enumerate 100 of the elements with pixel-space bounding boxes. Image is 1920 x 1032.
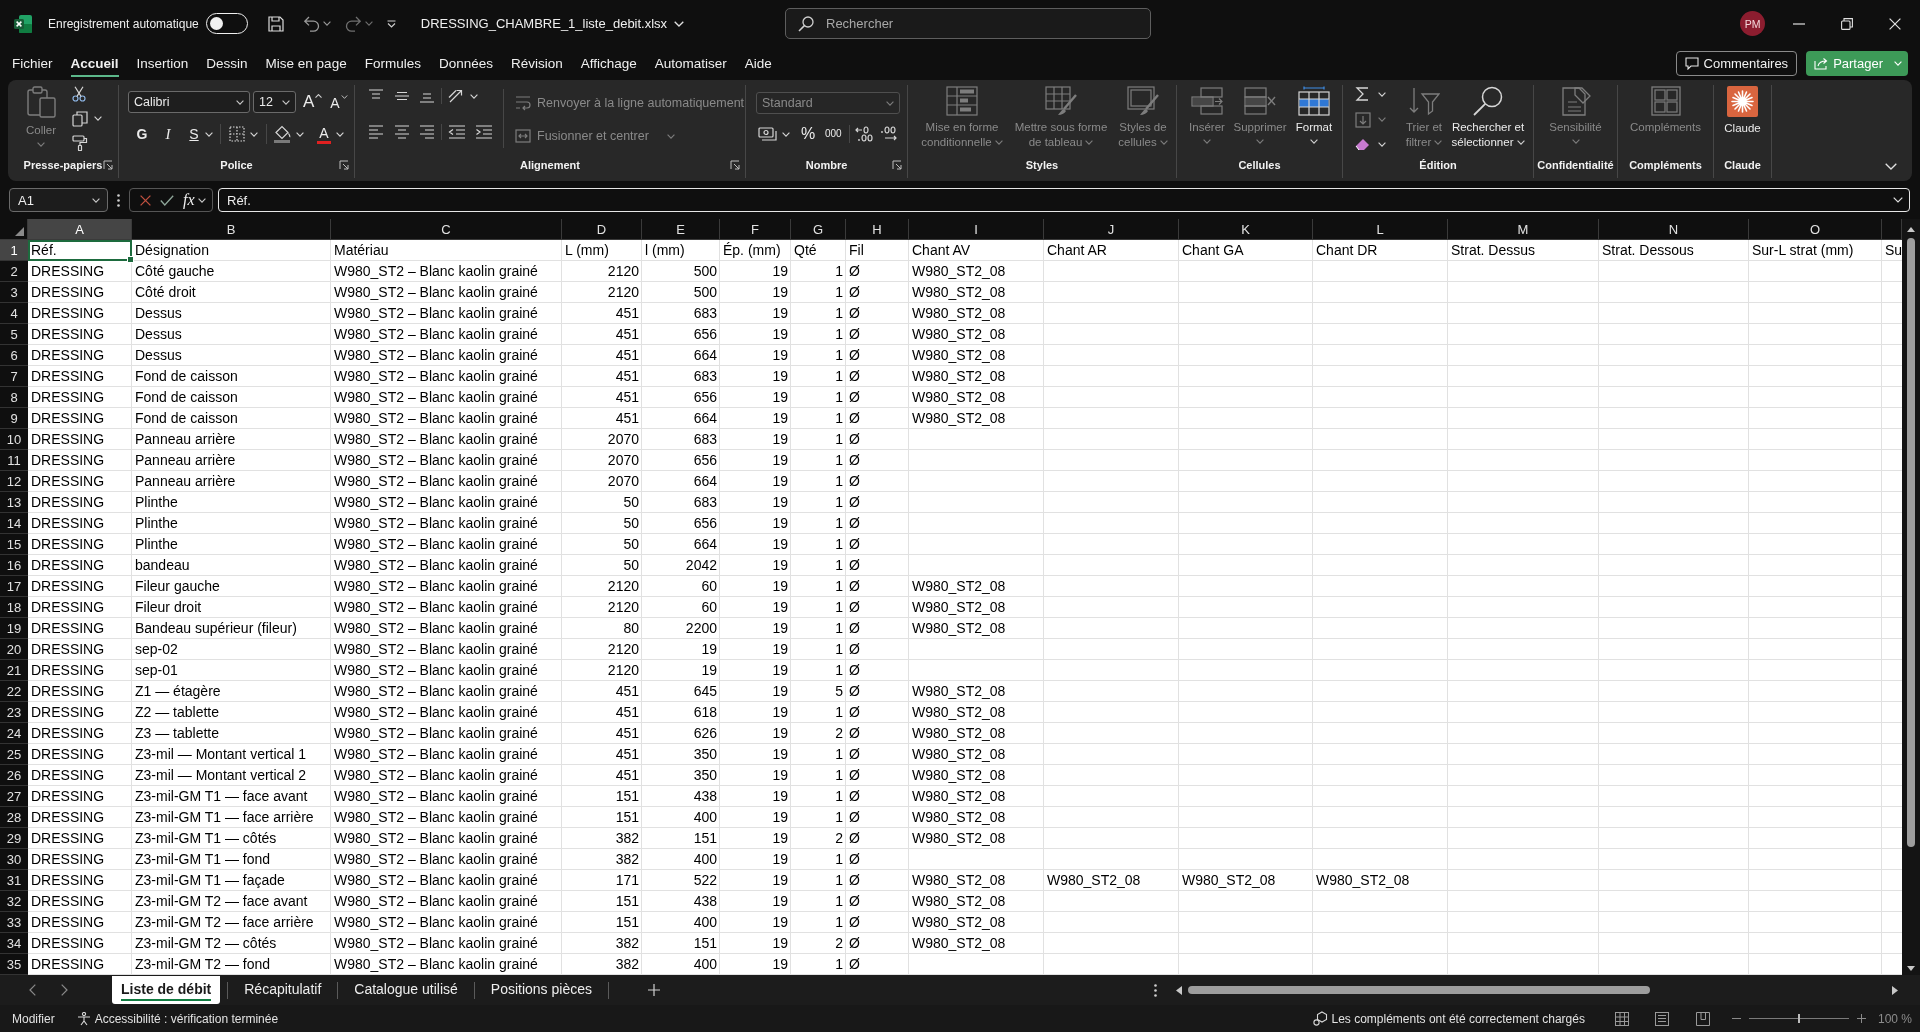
column-header[interactable]: H (846, 219, 909, 240)
scroll-thumb[interactable] (1188, 986, 1650, 994)
column-header[interactable]: M (1448, 219, 1599, 240)
corner-arrow-icon[interactable] (730, 160, 740, 170)
sheet-tab[interactable]: Liste de débit (112, 975, 221, 1004)
two-pages-icon[interactable] (72, 110, 88, 127)
row-header[interactable]: 30 (0, 849, 28, 870)
underline-button[interactable]: S (186, 125, 202, 143)
column-header[interactable]: J (1044, 219, 1179, 240)
row-header[interactable]: 26 (0, 765, 28, 786)
row-header[interactable]: 34 (0, 933, 28, 954)
more-vertical-icon[interactable] (1154, 983, 1157, 997)
menu-tab[interactable]: Fichier (12, 50, 53, 77)
row-header[interactable]: 31 (0, 870, 28, 891)
name-box[interactable]: A1 (9, 188, 108, 212)
menu-tab[interactable]: Données (438, 50, 493, 77)
column-header[interactable]: N (1599, 219, 1749, 240)
row-header[interactable]: 27 (0, 786, 28, 807)
row-header[interactable]: 9 (0, 408, 28, 429)
grid-view-icon[interactable] (1614, 1011, 1629, 1026)
menu-tab[interactable]: Affichage (580, 50, 637, 77)
ribbon-button[interactable]: Claude (1719, 85, 1766, 136)
zoom-thumb[interactable] (1797, 1014, 1800, 1023)
menu-tab[interactable]: Formules (364, 50, 421, 77)
font-name-field[interactable]: Calibri (128, 91, 250, 113)
restore-icon[interactable] (1841, 17, 1853, 30)
plus-icon[interactable] (1856, 1014, 1866, 1023)
scroll-thumb[interactable] (1907, 238, 1915, 847)
indent-left-arrow-icon[interactable] (448, 125, 466, 139)
row-header[interactable]: 28 (0, 807, 28, 828)
row-header[interactable]: 18 (0, 597, 28, 618)
row-header[interactable]: 5 (0, 324, 28, 345)
zeros-arrow-icon[interactable] (854, 126, 873, 142)
row-header[interactable]: 11 (0, 450, 28, 471)
row-header[interactable]: 16 (0, 555, 28, 576)
sigma-icon[interactable] (1355, 86, 1369, 102)
down-arrow-box-icon[interactable] (1355, 111, 1371, 128)
formula-field[interactable]: Réf. (218, 188, 1910, 212)
menu-tab[interactable]: Accueil (70, 50, 119, 77)
plus-icon[interactable] (647, 984, 660, 996)
chevron-right-icon[interactable] (61, 984, 68, 996)
row-header[interactable]: 10 (0, 429, 28, 450)
align-middle-icon[interactable] (394, 89, 410, 103)
column-header[interactable]: A (28, 219, 132, 240)
ribbon-button[interactable]: Rechercher et sélectionner (1448, 85, 1528, 150)
undo-icon[interactable] (302, 15, 320, 32)
column-header[interactable]: C (331, 219, 562, 240)
indent-right-arrow-icon[interactable] (475, 125, 493, 139)
row-header[interactable]: 7 (0, 366, 28, 387)
minus-icon[interactable] (1731, 1018, 1741, 1019)
function-button[interactable]: fx (183, 191, 195, 209)
paintbrush-icon[interactable] (72, 135, 88, 151)
bold-button[interactable]: G (134, 125, 150, 143)
zeros-arrow-icon[interactable] (879, 126, 898, 142)
vertical-scrollbar[interactable] (1902, 219, 1920, 975)
align-center-icon[interactable] (394, 125, 410, 139)
thousands-button[interactable]: 000 (825, 125, 842, 143)
menu-tab[interactable]: Automatiser (654, 50, 727, 77)
row-header[interactable]: 24 (0, 723, 28, 744)
row-header[interactable]: 32 (0, 891, 28, 912)
sheet-tab[interactable]: Récapitulatif (235, 975, 331, 1004)
search-field[interactable]: Rechercher (785, 8, 1151, 39)
row-header[interactable]: 21 (0, 660, 28, 681)
triangle-down-icon[interactable] (1907, 966, 1915, 971)
accessibility-icon[interactable] (76, 1011, 91, 1026)
chevron-down-icon[interactable] (1885, 163, 1897, 170)
fill-handle[interactable] (127, 256, 134, 263)
scissors-icon[interactable] (72, 86, 86, 102)
triangle-right-icon[interactable] (1892, 985, 1898, 995)
align-right-icon[interactable] (419, 125, 435, 139)
row-header[interactable]: 17 (0, 576, 28, 597)
chevron-down-icon[interactable] (1893, 197, 1903, 203)
menu-tab[interactable]: Dessin (206, 50, 248, 77)
row-header[interactable]: 22 (0, 681, 28, 702)
page-view-icon[interactable] (1654, 1011, 1669, 1026)
row-header[interactable]: 20 (0, 639, 28, 660)
align-left-icon[interactable] (368, 125, 384, 139)
banknote-icon[interactable] (758, 126, 778, 142)
corner-arrow-icon[interactable] (339, 160, 349, 170)
dotted-grid-icon[interactable] (229, 126, 245, 142)
triangle-up-icon[interactable] (1907, 227, 1915, 232)
user-avatar[interactable]: PM (1740, 11, 1765, 36)
save-icon[interactable] (267, 15, 284, 32)
redo-icon[interactable] (344, 15, 362, 32)
row-header[interactable]: 4 (0, 303, 28, 324)
shrink-font-button[interactable]: A (330, 92, 348, 112)
chevron-left-icon[interactable] (29, 984, 36, 996)
column-header[interactable]: O (1749, 219, 1882, 240)
more-vertical-icon[interactable] (117, 193, 120, 207)
column-header[interactable]: B (132, 219, 331, 240)
column-header[interactable]: E (642, 219, 720, 240)
row-header[interactable]: 33 (0, 912, 28, 933)
row-header[interactable]: 23 (0, 702, 28, 723)
row-header[interactable]: 29 (0, 828, 28, 849)
row-header[interactable]: 13 (0, 492, 28, 513)
paint-bucket-icon[interactable] (273, 125, 291, 143)
italic-button[interactable]: I (160, 125, 176, 143)
row-header[interactable]: 6 (0, 345, 28, 366)
row-header[interactable]: 8 (0, 387, 28, 408)
corner-triangle-icon[interactable] (15, 227, 24, 236)
